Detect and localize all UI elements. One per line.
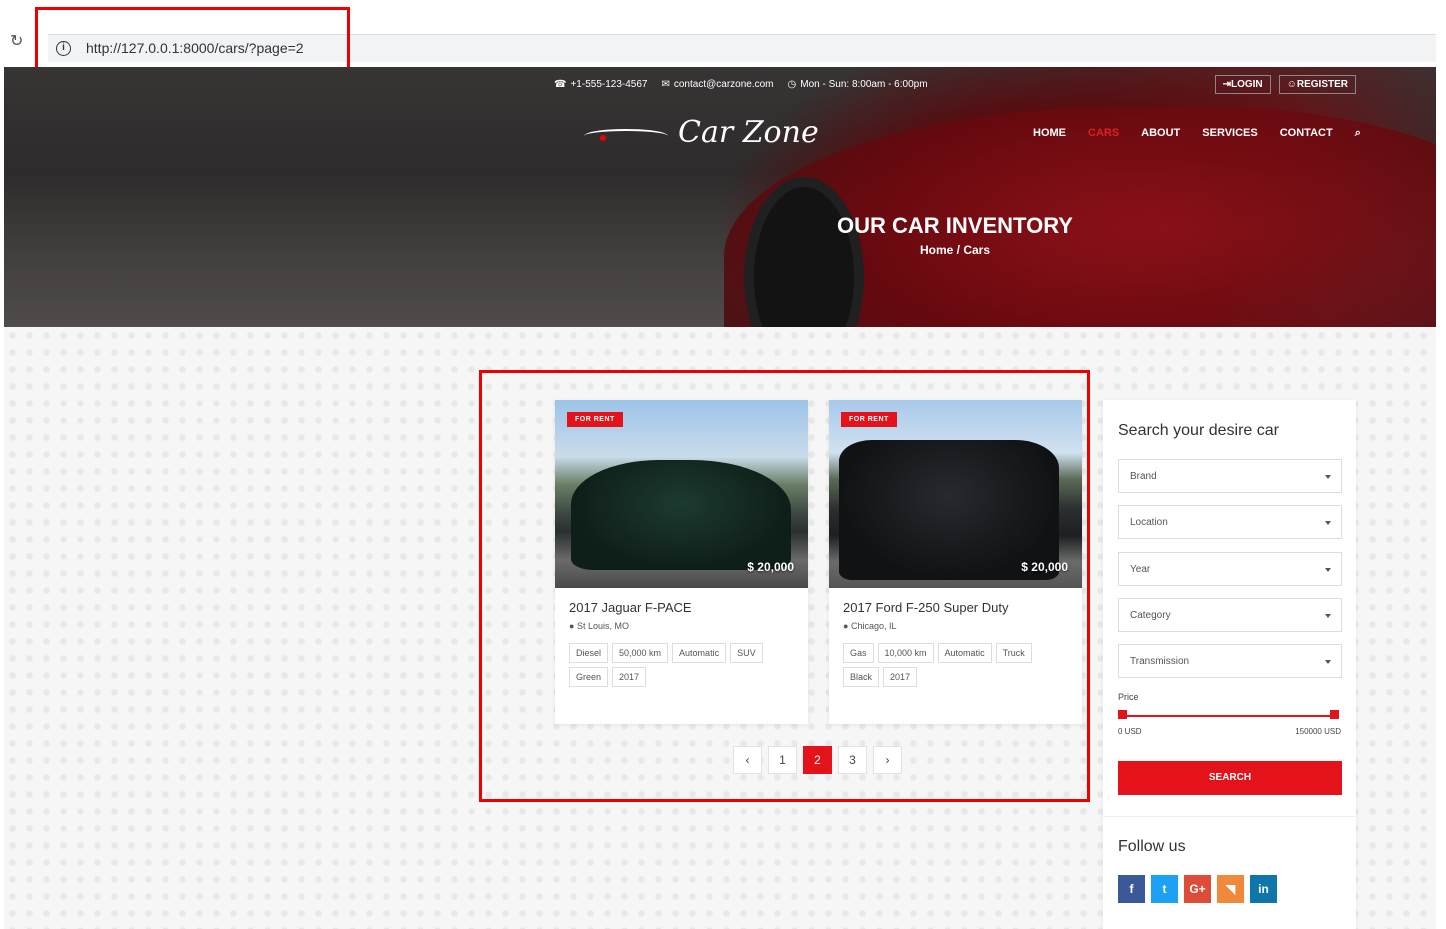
chevron-down-icon: [1325, 614, 1331, 618]
car-card[interactable]: FOR RENT $ 20,000 2017 Ford F-250 Super …: [829, 400, 1082, 724]
page-next-button[interactable]: ›: [873, 746, 902, 774]
spec-tag: 10,000 km: [877, 643, 934, 663]
pagination: ‹ 1 2 3 ›: [733, 746, 902, 774]
car-logo-icon: [584, 123, 672, 145]
price-label: Price: [1118, 692, 1139, 702]
chevron-down-icon: [1325, 568, 1331, 572]
price-slider-track[interactable]: [1122, 715, 1334, 717]
hours-info: ◷ Mon - Sun: 8:00am - 6:00pm: [787, 79, 928, 90]
page-3-button[interactable]: 3: [838, 746, 867, 774]
car-image[interactable]: FOR RENT $ 20,000: [555, 400, 808, 588]
linkedin-icon[interactable]: in: [1250, 875, 1277, 903]
spec-tag: Gas: [843, 643, 874, 663]
search-icon[interactable]: ⌕: [1355, 127, 1361, 140]
spec-tag: 2017: [612, 667, 647, 687]
year-select[interactable]: Year: [1118, 552, 1342, 586]
spec-tag: Truck: [995, 643, 1032, 663]
login-button[interactable]: ⇥LOGIN: [1214, 75, 1271, 94]
facebook-icon[interactable]: f: [1118, 875, 1145, 903]
hero-header: ☎ +1-555-123-4567 ✉ contact@carzone.com ◷ M…: [4, 67, 1436, 327]
chevron-down-icon: [1325, 475, 1331, 479]
brand-select[interactable]: Brand: [1118, 459, 1342, 493]
divider: [1103, 816, 1356, 817]
spec-tag: Automatic: [937, 643, 992, 663]
spec-tag: SUV: [730, 643, 763, 663]
nav-home[interactable]: HOME: [1033, 127, 1066, 140]
status-badge: FOR RENT: [841, 412, 897, 427]
clock-icon: ◷: [787, 79, 797, 90]
status-badge: FOR RENT: [567, 412, 623, 427]
nav-cars[interactable]: CARS: [1088, 127, 1119, 140]
user-icon: ☺: [1286, 79, 1297, 90]
map-marker-icon: ●: [843, 621, 849, 631]
url-text[interactable]: http://127.0.0.1:8000/cars/?page=2: [86, 40, 304, 56]
reload-icon[interactable]: ↻: [10, 33, 28, 51]
main-nav: HOME CARS ABOUT SERVICES CONTACT ⌕: [1033, 127, 1361, 140]
car-price: $ 20,000: [1021, 560, 1068, 574]
car-location: ● St Louis, MO: [569, 621, 629, 631]
car-image[interactable]: FOR RENT $ 20,000: [829, 400, 1082, 588]
search-title: Search your desire car: [1118, 422, 1279, 439]
spec-tag: Green: [569, 667, 609, 687]
price-min-handle[interactable]: [1118, 710, 1127, 719]
page-prev-button[interactable]: ‹: [733, 746, 762, 774]
spec-tag: Black: [843, 667, 880, 687]
breadcrumb[interactable]: Home / Cars: [4, 243, 1436, 257]
location-select[interactable]: Location: [1118, 505, 1342, 539]
nav-about[interactable]: ABOUT: [1141, 127, 1180, 140]
category-select[interactable]: Category: [1118, 598, 1342, 632]
car-price: $ 20,000: [747, 560, 794, 574]
info-icon[interactable]: i: [56, 41, 71, 56]
price-max-handle[interactable]: [1330, 710, 1339, 719]
rss-icon[interactable]: ◥: [1217, 875, 1244, 903]
address-bar[interactable]: i http://127.0.0.1:8000/cars/?page=2: [48, 34, 1436, 62]
page-title: OUR CAR INVENTORY: [837, 213, 1073, 238]
site-logo[interactable]: Car Zone: [584, 115, 819, 150]
contact-topbar: ☎ +1-555-123-4567 ✉ contact@carzone.com ◷ M…: [554, 79, 928, 90]
register-button[interactable]: ☺REGISTER: [1278, 75, 1356, 94]
page-1-button[interactable]: 1: [768, 746, 797, 774]
login-icon: ⇥: [1222, 79, 1231, 90]
car-card[interactable]: FOR RENT $ 20,000 2017 Jaguar F-PACE ● S…: [555, 400, 808, 724]
nav-contact[interactable]: CONTACT: [1280, 127, 1333, 140]
phone-icon: ☎: [554, 79, 567, 90]
envelope-icon: ✉: [661, 79, 670, 90]
chevron-down-icon: [1325, 660, 1331, 664]
auth-buttons: ⇥LOGIN ☺REGISTER: [1214, 75, 1356, 94]
search-sidebar: Search your desire car Brand Location Ye…: [1103, 400, 1356, 929]
page-2-button[interactable]: 2: [803, 746, 832, 774]
transmission-select[interactable]: Transmission: [1118, 644, 1342, 678]
car-location: ● Chicago, IL: [843, 621, 897, 631]
spec-tag: Diesel: [569, 643, 609, 663]
map-marker-icon: ●: [569, 621, 575, 631]
page: ↻ i http://127.0.0.1:8000/cars/?page=2 ☎…: [0, 0, 1446, 929]
browser-bar: ↻ i http://127.0.0.1:8000/cars/?page=2: [0, 0, 1446, 64]
follow-title: Follow us: [1118, 838, 1186, 855]
google-plus-icon[interactable]: G+: [1184, 875, 1211, 903]
nav-services[interactable]: SERVICES: [1202, 127, 1257, 140]
price-max-label: 150000 USD: [1295, 727, 1341, 736]
price-min-label: 0 USD: [1118, 727, 1142, 736]
car-title[interactable]: 2017 Ford F-250 Super Duty: [843, 600, 1068, 615]
phone-info: ☎ +1-555-123-4567: [554, 79, 648, 90]
spec-tag: 2017: [883, 667, 918, 687]
spec-tag: 50,000 km: [612, 643, 669, 663]
email-info[interactable]: ✉ contact@carzone.com: [661, 79, 773, 90]
car-title[interactable]: 2017 Jaguar F-PACE: [569, 600, 794, 615]
car-specs: Gas 10,000 km Automatic Truck Black 2017: [843, 643, 1068, 687]
twitter-icon[interactable]: t: [1151, 875, 1178, 903]
chevron-down-icon: [1325, 521, 1331, 525]
spec-tag: Automatic: [672, 643, 727, 663]
search-button[interactable]: SEARCH: [1118, 761, 1342, 795]
car-specs: Diesel 50,000 km Automatic SUV Green 201…: [569, 643, 794, 687]
social-links: f t G+ ◥ in: [1118, 875, 1277, 903]
